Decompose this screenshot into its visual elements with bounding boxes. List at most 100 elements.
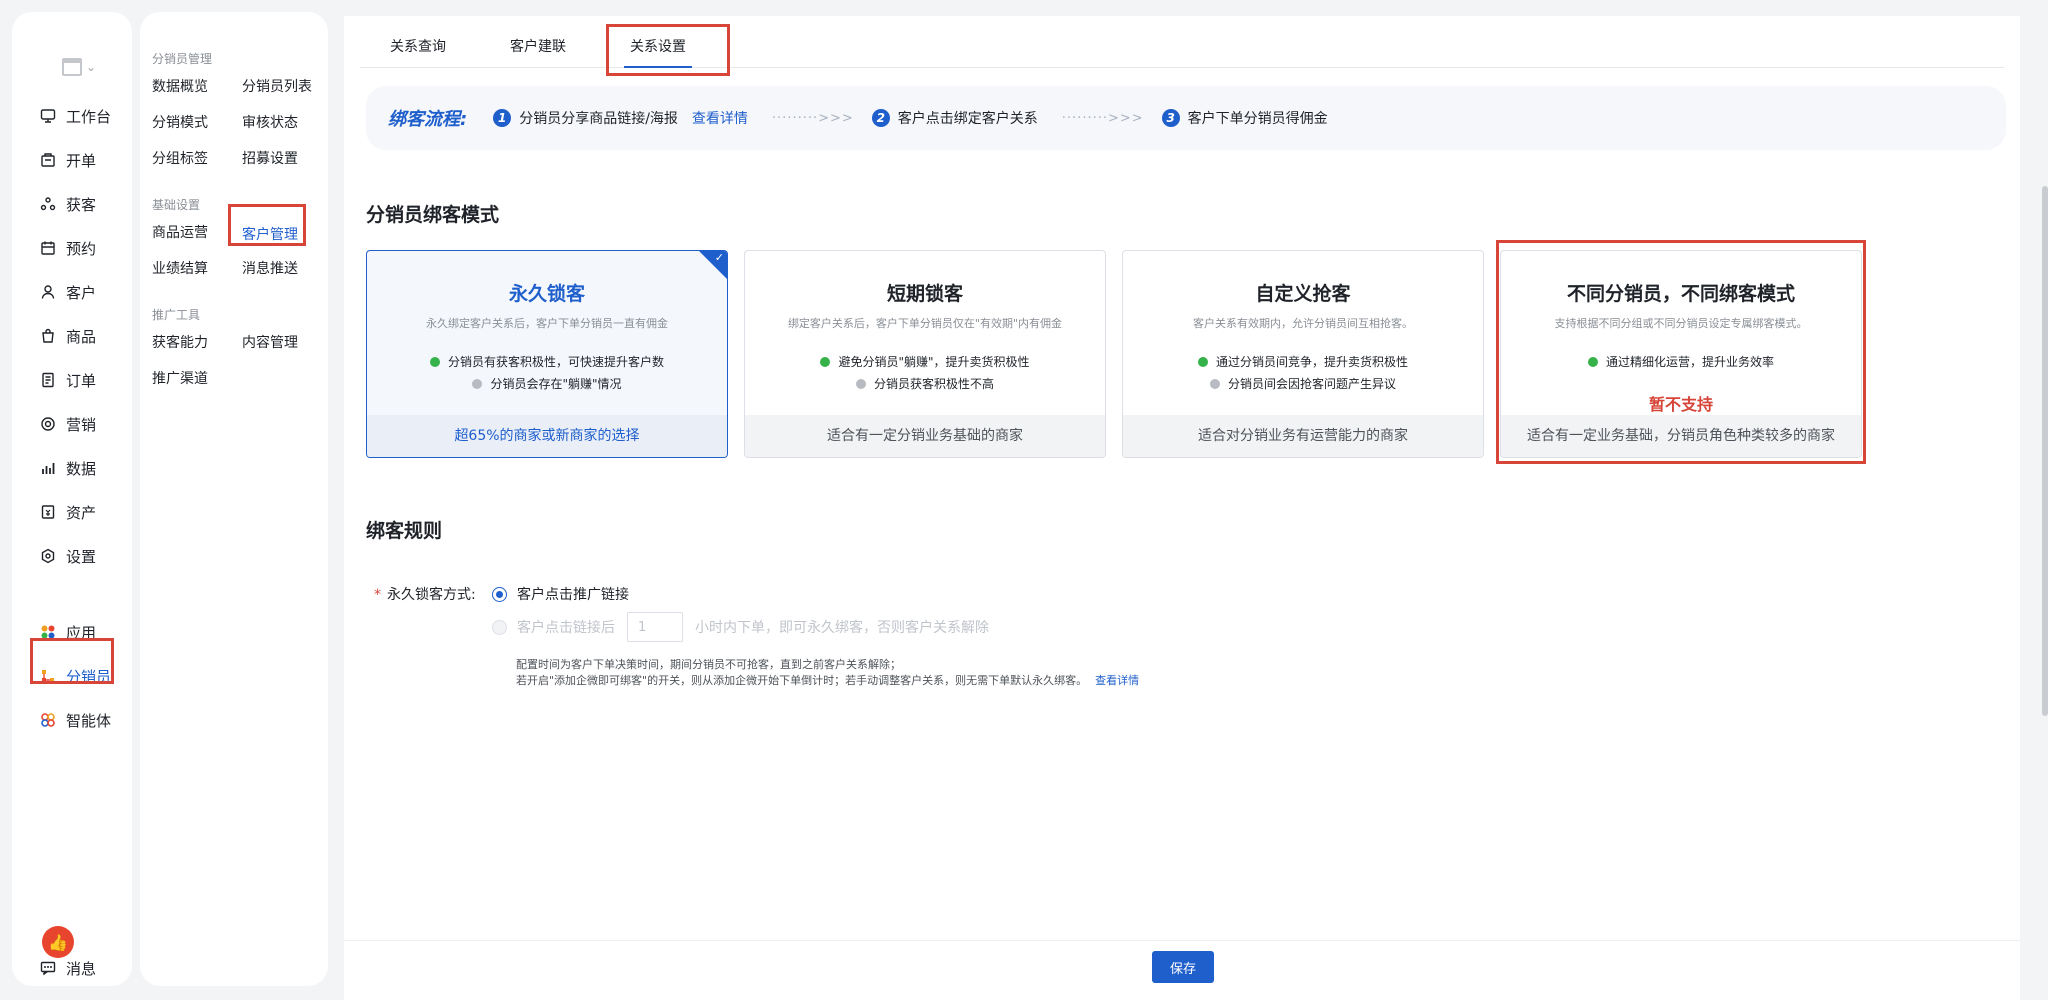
nav-item-label: 数据 xyxy=(66,459,97,478)
step-text: 客户点击绑定客户关系 xyxy=(897,111,1038,127)
card-footer: 适合有一定业务基础，分销员角色种类较多的商家 xyxy=(1501,415,1861,457)
nav-item-order-create[interactable]: 开单 xyxy=(28,142,128,178)
check-circle-icon xyxy=(429,357,440,367)
nav-item-label: 客户 xyxy=(66,283,97,302)
chevron-down-icon: ⌄ xyxy=(86,60,97,74)
form-label-text: 永久锁客方式: xyxy=(387,587,476,603)
save-button[interactable]: 保存 xyxy=(1152,951,1214,983)
bag-icon xyxy=(40,328,56,344)
card-desc: 永久绑定客户关系后，客户下单分销员一直有佣金 xyxy=(426,317,668,330)
gear-icon xyxy=(40,548,56,564)
radio-label: 客户点击推广链接 xyxy=(517,587,629,603)
submenu-data-overview[interactable]: 数据概览 xyxy=(152,76,208,96)
mode-card-permanent[interactable]: ✓ 永久锁客 永久绑定客户关系后，客户下单分销员一直有佣金 分销员有获客积极性，… xyxy=(366,250,728,458)
card-pro: 通过精细化运营，提升业务效率 xyxy=(1501,353,1861,370)
nav-item-acquire[interactable]: 获客 xyxy=(28,186,128,222)
card-title: 自定义抢客 xyxy=(1255,283,1351,305)
agent-icon xyxy=(40,712,56,728)
card-con-text: 分销员会存在"躺赚"情况 xyxy=(490,377,622,391)
check-circle-icon xyxy=(1587,357,1598,367)
submenu-group-title: 推广工具 xyxy=(152,308,201,322)
nav-item-data[interactable]: 数据 xyxy=(28,450,128,486)
check-circle-icon xyxy=(1197,357,1208,367)
primary-nav: ⌄ 工作台 开单 获客 预约 客户 商品 订单 营销 数据 资产 设置 应用 分… xyxy=(12,12,132,986)
submenu-recruit-settings[interactable]: 招募设置 xyxy=(242,148,298,168)
submenu-content-management[interactable]: 内容管理 xyxy=(242,332,298,352)
nav-item-label: 订单 xyxy=(66,371,97,390)
tab-relationship-query[interactable]: 关系查询 xyxy=(390,36,446,56)
note-text: 若开启"添加企微即可绑客"的开关，则从添加企微开始下单倒计时；若手动调整客户关系… xyxy=(516,674,1088,687)
calendar-icon xyxy=(40,240,56,256)
submenu-distribution-mode[interactable]: 分销模式 xyxy=(152,112,208,132)
card-title: 短期锁客 xyxy=(886,283,963,305)
bar-chart-icon xyxy=(40,460,56,476)
view-details-link[interactable]: 查看详情 xyxy=(692,108,748,128)
radio-button-checked[interactable] xyxy=(492,586,507,602)
required-asterisk: * xyxy=(374,587,381,603)
card-pro-text: 分销员有获客积极性，可快速提升客户数 xyxy=(447,355,664,369)
nav-item-label: 营销 xyxy=(66,415,97,434)
card-desc: 客户关系有效期内，允许分销员间互相抢客。 xyxy=(1193,317,1413,330)
card-pro-text: 避免分销员"躺赚"，提升卖货积极性 xyxy=(838,355,1030,369)
minus-circle-icon xyxy=(1209,379,1220,389)
check-circle-icon xyxy=(820,357,831,367)
radio-option-click-link[interactable]: 客户点击推广链接 xyxy=(492,584,629,604)
mode-card-per-distributor[interactable]: 不同分销员，不同绑客模式 支持根据不同分组或不同分销员设定专属绑客模式。 通过精… xyxy=(1500,250,1862,458)
nav-item-label: 资产 xyxy=(66,503,97,522)
step-text: 分销员分享商品链接/海报 xyxy=(519,111,678,127)
nav-item-distributor[interactable]: 分销员 xyxy=(28,658,128,694)
nav-item-goods[interactable]: 商品 xyxy=(28,318,128,354)
nav-item-workbench[interactable]: 工作台 xyxy=(28,98,128,134)
nav-item-assets[interactable]: 资产 xyxy=(28,494,128,530)
section-title-binding-rules: 绑客规则 xyxy=(366,520,443,542)
flow-arrow: ·········>>> xyxy=(1061,110,1144,126)
nav-item-orders[interactable]: 订单 xyxy=(28,362,128,398)
nav-item-booking[interactable]: 预约 xyxy=(28,230,128,266)
nav-item-customer[interactable]: 客户 xyxy=(28,274,128,310)
submenu-promotion-channels[interactable]: 推广渠道 xyxy=(152,368,208,388)
apps-icon xyxy=(40,624,56,640)
check-icon: ✓ xyxy=(714,251,724,264)
store-switcher[interactable]: ⌄ xyxy=(62,52,122,82)
tab-bar: 关系查询 客户建联 关系设置 xyxy=(360,16,2004,68)
nav-item-apps[interactable]: 应用 xyxy=(28,614,128,650)
nav-item-label: 应用 xyxy=(66,623,97,642)
radio-label-suffix: 小时内下单，即可永久绑客，否则客户关系解除 xyxy=(695,620,989,636)
nav-item-agent[interactable]: 智能体 xyxy=(28,702,128,738)
radio-option-hours-window[interactable]: 客户点击链接后 小时内下单，即可永久绑客，否则客户关系解除 xyxy=(492,612,989,642)
scrollbar[interactable] xyxy=(2042,186,2048,716)
submenu-goods-ops[interactable]: 商品运营 xyxy=(152,222,208,242)
rule-note-line2: 若开启"添加企微即可绑客"的开关，则从添加企微开始下单倒计时；若手动调整客户关系… xyxy=(516,672,1139,688)
tab-relationship-settings[interactable]: 关系设置 xyxy=(624,36,692,68)
nav-item-settings[interactable]: 设置 xyxy=(28,538,128,574)
submenu-distributor-list[interactable]: 分销员列表 xyxy=(242,76,312,96)
rule-note-line1: 配置时间为客户下单决策时间，期间分销员不可抢客，直到之前客户关系解除； xyxy=(516,658,901,671)
mode-card-custom-grab[interactable]: 自定义抢客 客户关系有效期内，允许分销员间互相抢客。 通过分销员间竞争，提升卖货… xyxy=(1122,250,1484,458)
nav-item-label: 开单 xyxy=(66,151,97,170)
card-con: 分销员会存在"躺赚"情况 xyxy=(367,375,727,392)
tab-customer-connect[interactable]: 客户建联 xyxy=(510,36,566,56)
section-title-binding-mode: 分销员绑客模式 xyxy=(366,204,500,226)
mode-card-short-term[interactable]: 短期锁客 绑定客户关系后，客户下单分销员仅在"有效期"内有佣金 避免分销员"躺赚… xyxy=(744,250,1106,458)
nav-item-label: 预约 xyxy=(66,239,97,258)
submenu-group-tags[interactable]: 分组标签 xyxy=(152,148,208,168)
submenu-acquire-capability[interactable]: 获客能力 xyxy=(152,332,208,352)
card-desc: 支持根据不同分组或不同分销员设定专属绑客模式。 xyxy=(1554,317,1808,330)
flow-title: 绑客流程: xyxy=(388,109,468,130)
minus-circle-icon xyxy=(472,379,483,389)
card-con: 分销员间会因抢客问题产生异议 xyxy=(1123,375,1483,392)
submenu-customer-management[interactable]: 客户管理 xyxy=(242,224,298,244)
submenu-group-title: 基础设置 xyxy=(152,198,201,212)
card-pro: 分销员有获客积极性，可快速提升客户数 xyxy=(367,353,727,370)
radio-button-disabled[interactable] xyxy=(492,619,507,635)
nav-item-marketing[interactable]: 营销 xyxy=(28,406,128,442)
submenu-message-push[interactable]: 消息推送 xyxy=(242,258,298,278)
hours-input[interactable] xyxy=(627,612,683,642)
minus-circle-icon xyxy=(855,379,866,389)
nav-item-messages[interactable]: 消息 xyxy=(28,950,128,986)
card-footer: 适合对分销业务有运营能力的商家 xyxy=(1123,415,1483,457)
submenu-performance-settlement[interactable]: 业绩结算 xyxy=(152,258,208,278)
submenu-review-status[interactable]: 审核状态 xyxy=(242,112,298,132)
message-icon xyxy=(40,960,56,976)
note-view-details-link[interactable]: 查看详情 xyxy=(1095,674,1139,687)
